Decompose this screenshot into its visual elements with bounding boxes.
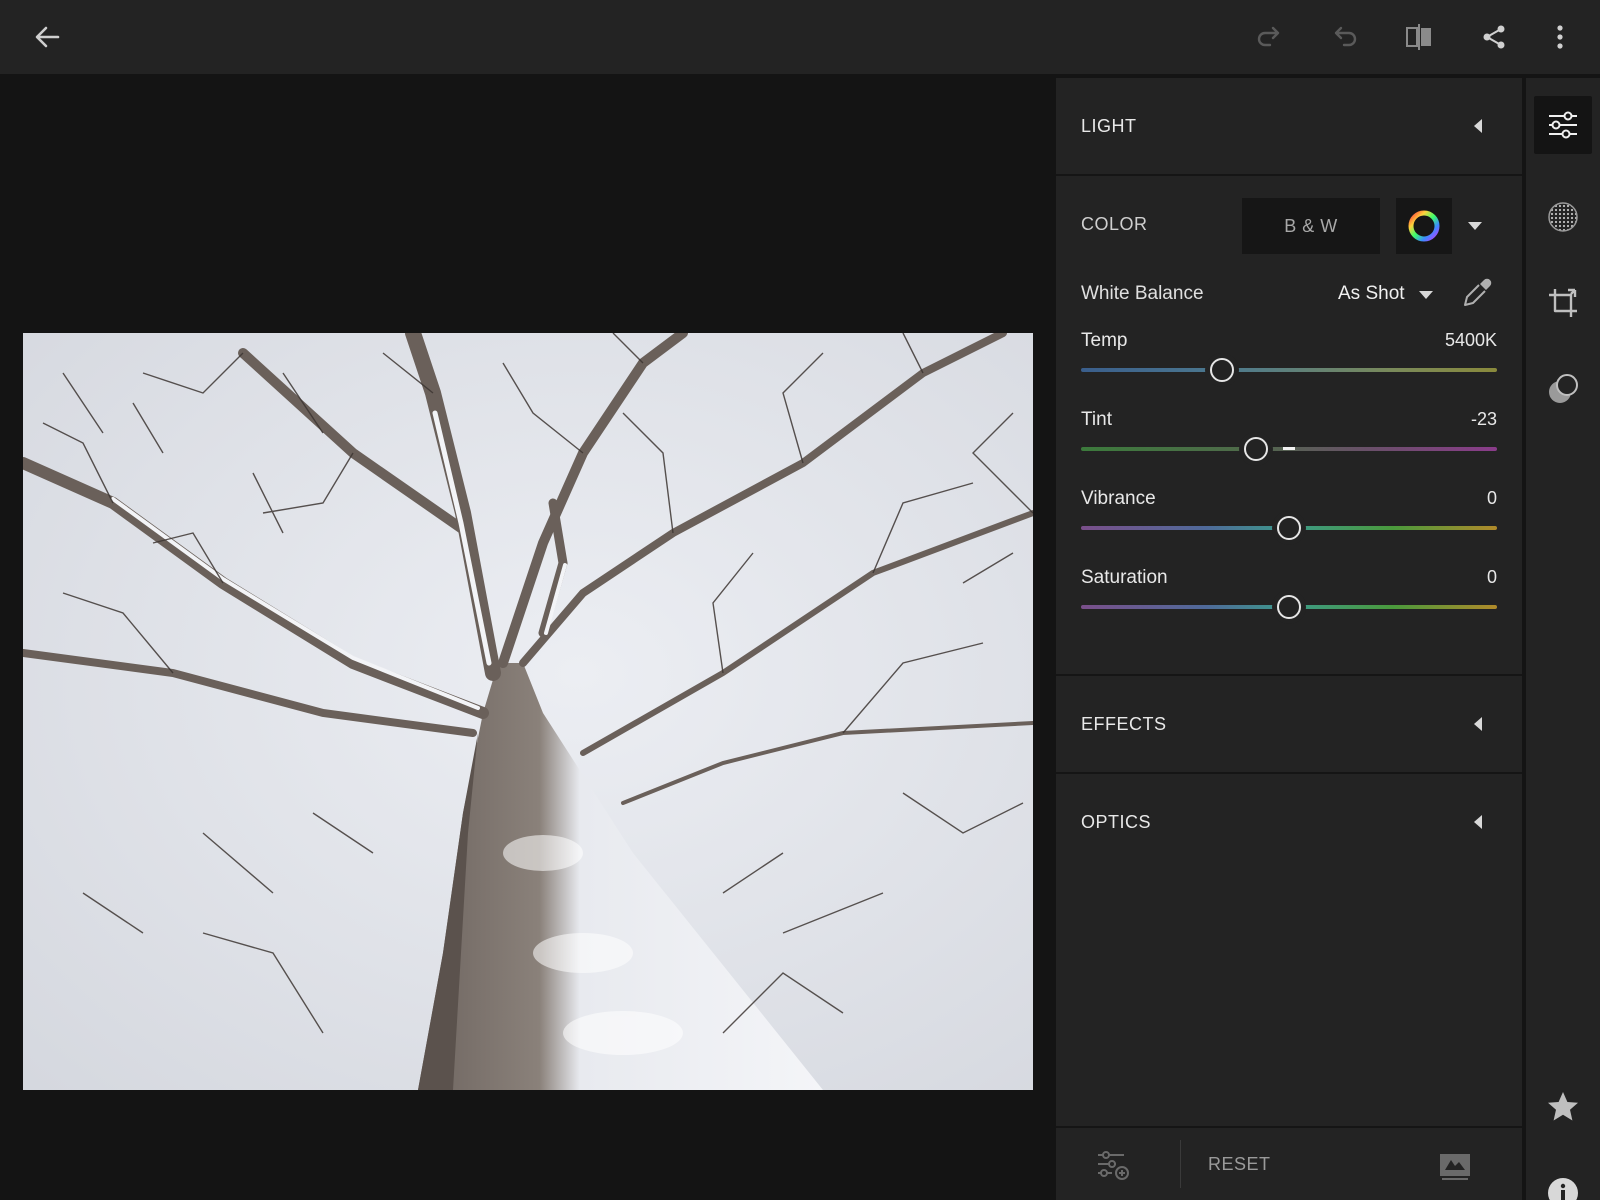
star-icon [1548,1092,1578,1121]
top-toolbar [0,0,1600,74]
white-balance-eyedropper-button[interactable] [1460,276,1494,310]
snowy-tree-photo [23,333,1033,1090]
tint-default-tick [1283,447,1295,450]
more-options-button[interactable] [1537,14,1583,60]
vibrance-slider-row: Vibrance 0 [1081,488,1497,554]
temp-label: Temp [1081,330,1128,351]
tool-healing[interactable] [1534,360,1592,418]
vibrance-slider-thumb[interactable] [1277,516,1301,540]
info-icon [1548,1178,1578,1200]
bottom-bar-divider [1180,1140,1181,1188]
color-mix-button[interactable] [1396,198,1452,254]
light-section-title: LIGHT [1081,116,1137,136]
reset-button[interactable]: RESET [1208,1154,1271,1175]
presets-button[interactable] [1094,1146,1132,1184]
tool-crop[interactable] [1534,274,1592,332]
light-section[interactable]: LIGHT [1056,78,1522,176]
more-vertical-icon [1557,25,1563,49]
saturation-slider-row: Saturation 0 [1081,567,1497,633]
vibrance-value: 0 [1486,488,1497,508]
saturation-label: Saturation [1081,567,1168,588]
arrow-left-icon [35,26,60,48]
white-balance-chevron-down-icon[interactable] [1419,291,1433,299]
redo-icon [1257,26,1280,47]
tool-info[interactable] [1534,1164,1592,1200]
tint-slider-thumb[interactable] [1243,437,1268,461]
crop-icon [1549,288,1577,317]
presets-sliders-icon [1098,1151,1129,1180]
temp-value: 5400K [1444,330,1497,350]
saturation-value: 0 [1486,567,1497,587]
edit-sliders-icon [1549,111,1577,139]
color-collapse-caret[interactable] [1468,222,1482,230]
redo-button[interactable] [1246,14,1292,60]
optics-section-title: OPTICS [1081,812,1152,832]
optics-section[interactable]: OPTICS [1056,774,1522,872]
bw-toggle-button[interactable]: B & W [1242,198,1380,254]
vibrance-label: Vibrance [1081,488,1156,509]
undo-icon [1334,26,1357,47]
color-section-title: COLOR [1081,214,1148,234]
healing-icon [1549,374,1578,403]
before-after-button[interactable] [1396,14,1442,60]
color-section: COLOR B & W White Balance As Shot Temp 5… [1056,176,1522,676]
temp-slider-thumb[interactable] [1210,358,1235,382]
saturation-slider-thumb[interactable] [1277,595,1301,619]
selective-mask-icon [1548,202,1578,232]
effects-section-title: EFFECTS [1081,714,1167,734]
tint-slider-row: Tint -23 [1081,409,1497,475]
auto-icon [1440,1154,1470,1180]
tool-strip [1526,78,1600,1200]
white-balance-dropdown[interactable]: As Shot [1338,283,1405,305]
tint-value: -23 [1470,409,1497,429]
photo-canvas [0,74,1056,1200]
white-balance-label: White Balance [1081,283,1204,304]
edit-panel: LIGHT COLOR B & W White Balance As Shot … [1056,78,1522,1200]
undo-button[interactable] [1322,14,1368,60]
optics-expand-caret[interactable] [1474,815,1482,829]
share-button[interactable] [1471,14,1517,60]
color-wheel-icon [1408,210,1440,242]
temp-slider-track[interactable] [1081,368,1497,372]
tint-label: Tint [1081,409,1112,430]
before-after-icon [1406,24,1431,50]
photo-preview[interactable] [23,333,1033,1090]
panel-bottom-bar: RESET [1056,1126,1522,1200]
tool-selective[interactable] [1534,188,1592,246]
auto-tone-button[interactable] [1436,1146,1474,1184]
effects-section[interactable]: EFFECTS [1056,676,1522,774]
light-expand-caret[interactable] [1474,119,1482,133]
tool-edit[interactable] [1534,96,1592,154]
effects-expand-caret[interactable] [1474,717,1482,731]
tool-rating[interactable] [1534,1078,1592,1136]
temp-slider-row: Temp 5400K [1081,330,1497,396]
eyedropper-icon [1464,278,1492,306]
back-button[interactable] [24,14,70,60]
white-balance-value: As Shot [1338,283,1405,304]
share-icon [1483,25,1505,49]
